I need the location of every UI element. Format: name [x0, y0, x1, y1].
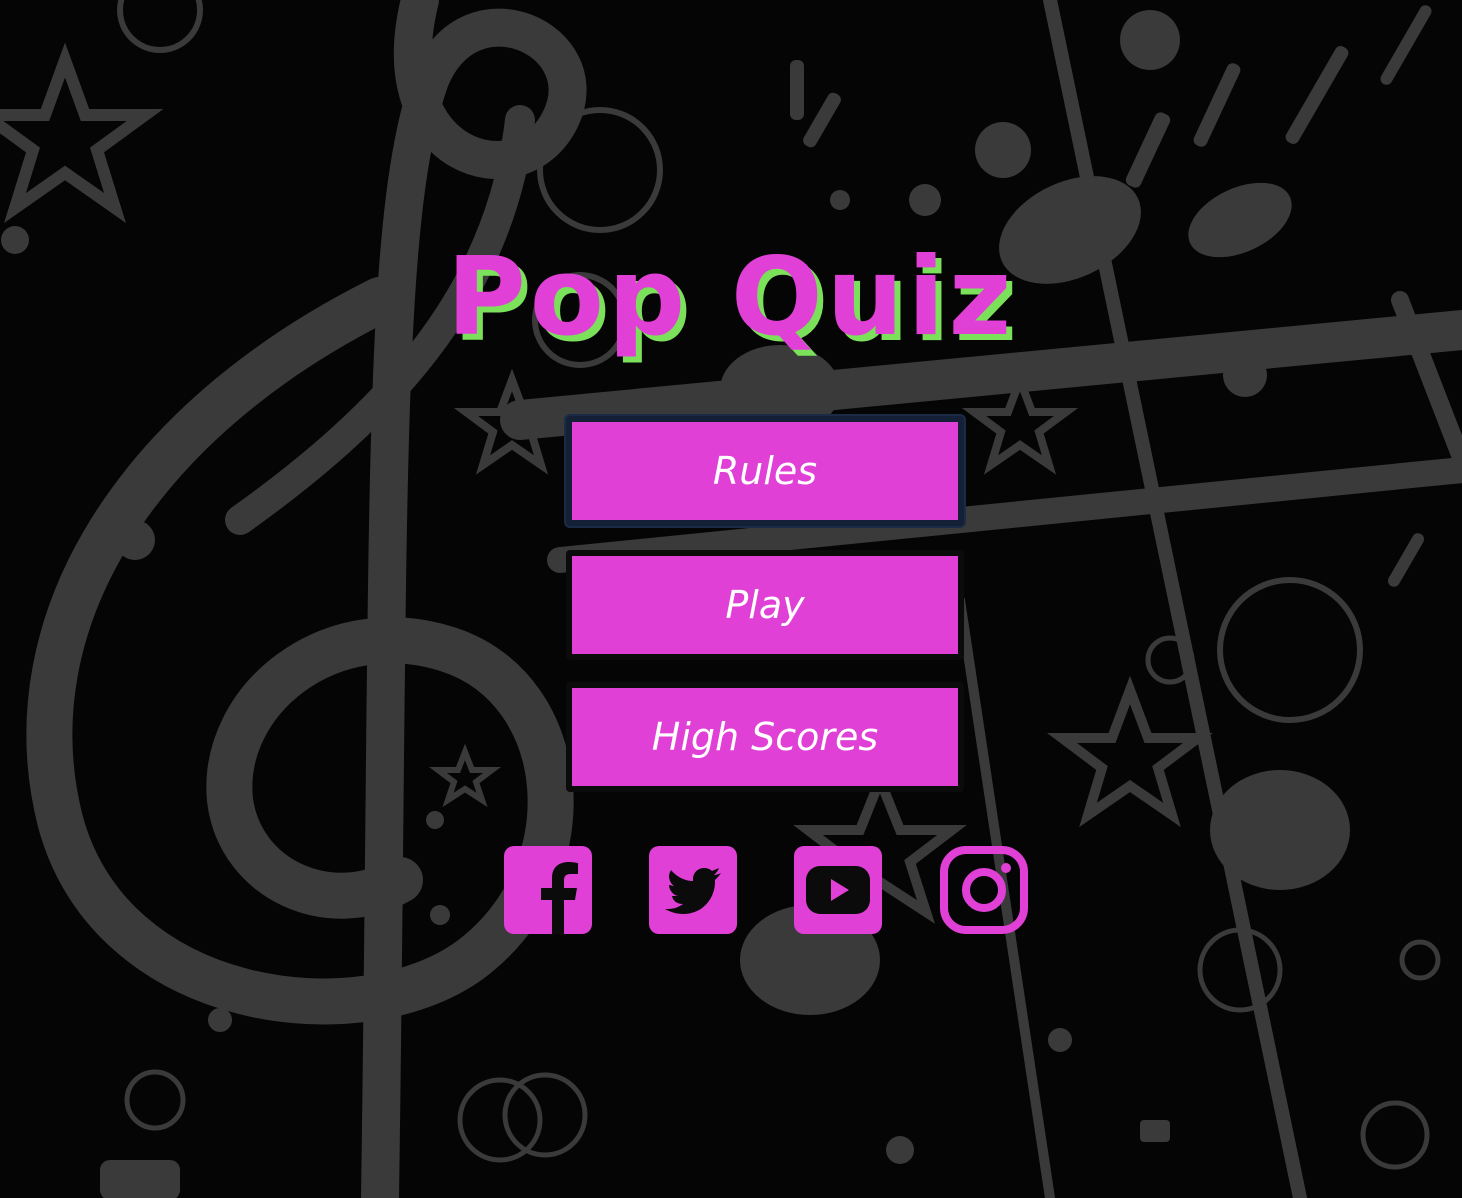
facebook-icon [504, 846, 592, 934]
twitter-link[interactable] [649, 846, 737, 934]
twitter-icon [649, 846, 737, 934]
instagram-link[interactable] [940, 846, 1028, 934]
high-scores-button-label: High Scores [572, 688, 958, 786]
play-button-label: Play [572, 556, 958, 654]
page-title: Pop Quiz [446, 235, 1016, 360]
youtube-icon [794, 846, 882, 934]
play-button[interactable]: Play [566, 550, 964, 660]
instagram-icon [940, 846, 1028, 934]
youtube-link[interactable] [794, 846, 882, 934]
quiz-home-screen: Pop Quiz Rules Play High Scores [0, 0, 1462, 1198]
rules-button[interactable]: Rules [566, 416, 964, 526]
rules-button-label: Rules [572, 422, 958, 520]
facebook-link[interactable] [504, 846, 592, 934]
high-scores-button[interactable]: High Scores [566, 682, 964, 792]
